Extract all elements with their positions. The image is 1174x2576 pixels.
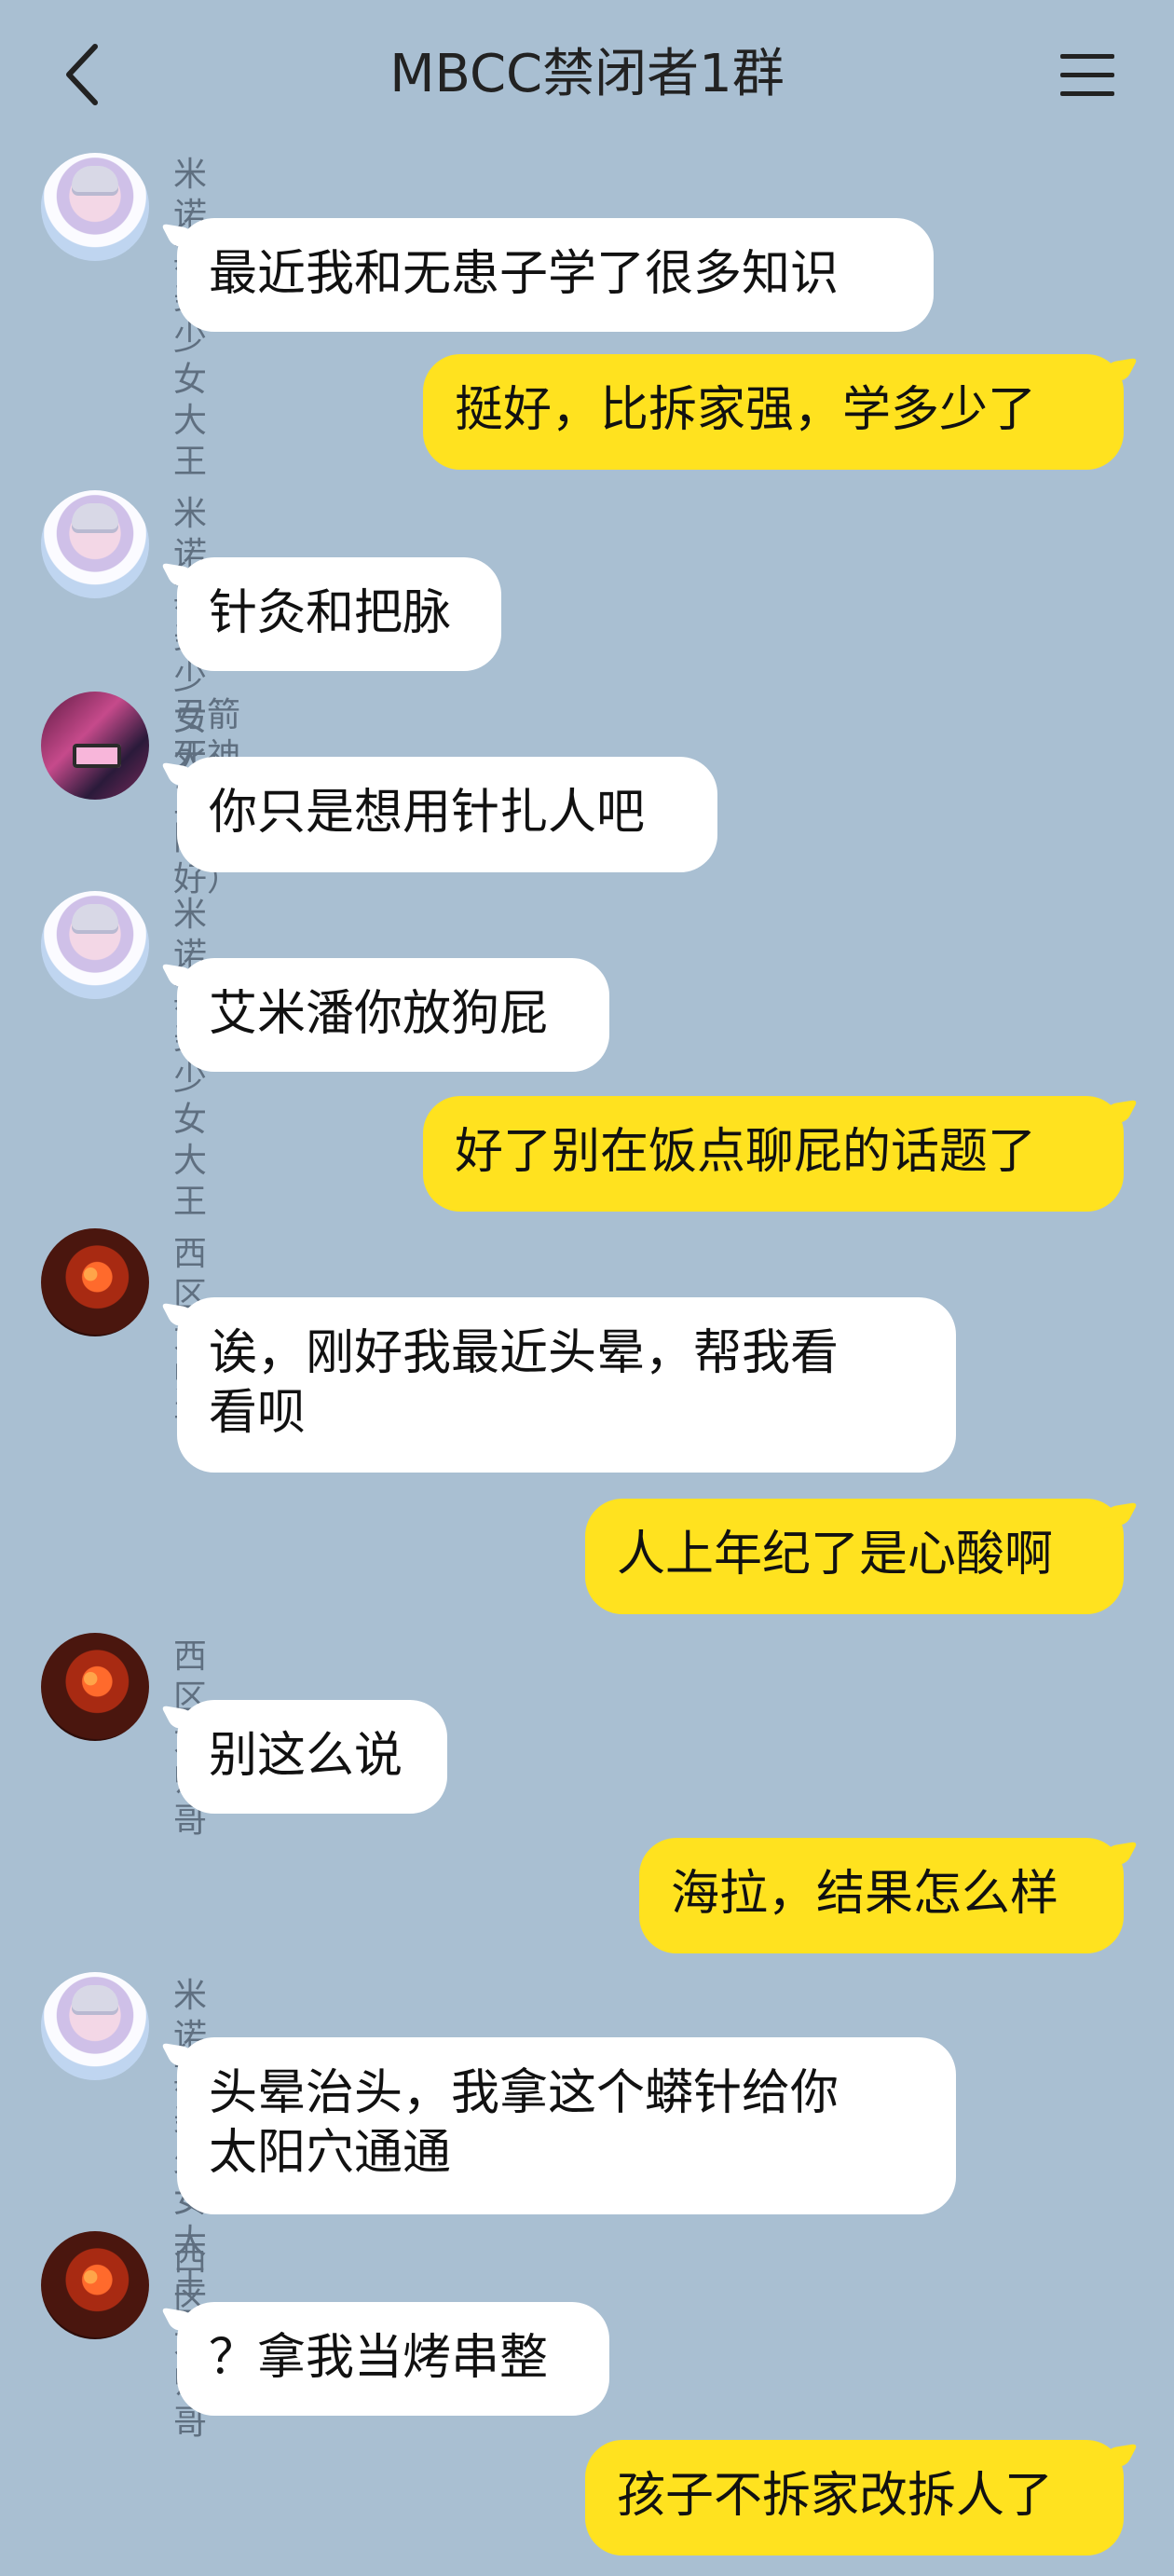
pink-avatar[interactable] bbox=[41, 692, 149, 800]
message-bubble[interactable]: 你只是想用针扎人吧 bbox=[177, 757, 717, 872]
girl-avatar[interactable] bbox=[41, 490, 149, 598]
message-bubble[interactable]: 挺好，比拆家强，学多少了 bbox=[423, 354, 1124, 470]
message-bubble[interactable]: 好了别在饭点聊屁的话题了 bbox=[423, 1096, 1124, 1212]
message-bubble[interactable]: 艾米潘你放狗屁 bbox=[177, 958, 609, 1072]
message-bubble[interactable]: 最近我和无患子学了很多知识 bbox=[177, 218, 934, 332]
message-bubble[interactable]: 针灸和把脉 bbox=[177, 557, 501, 671]
girl-avatar[interactable] bbox=[41, 153, 149, 261]
hamburger-menu-icon[interactable] bbox=[1058, 47, 1116, 104]
message-bubble[interactable]: 人上年纪了是心酸啊 bbox=[585, 1499, 1124, 1614]
girl-avatar[interactable] bbox=[41, 1972, 149, 2080]
message-bubble[interactable]: 孩子不拆家改拆人了 bbox=[585, 2440, 1124, 2555]
message-bubble[interactable]: 头晕治头，我拿这个蟒针给你 太阳穴通通 bbox=[177, 2037, 956, 2214]
fire-avatar[interactable] bbox=[41, 1228, 149, 1336]
message-bubble[interactable]: ？拿我当烤串整 bbox=[177, 2302, 609, 2416]
fire-avatar[interactable] bbox=[41, 2231, 149, 2339]
message-bubble[interactable]: 诶，刚好我最近头晕，帮我看 看呗 bbox=[177, 1297, 956, 1473]
message-bubble[interactable]: 别这么说 bbox=[177, 1700, 447, 1814]
message-bubble[interactable]: 海拉，结果怎么样 bbox=[639, 1838, 1124, 1953]
chat-header: MBCC禁闭者1群 bbox=[0, 0, 1174, 149]
fire-avatar[interactable] bbox=[41, 1633, 149, 1741]
chat-title: MBCC禁闭者1群 bbox=[389, 44, 785, 104]
girl-avatar[interactable] bbox=[41, 891, 149, 999]
